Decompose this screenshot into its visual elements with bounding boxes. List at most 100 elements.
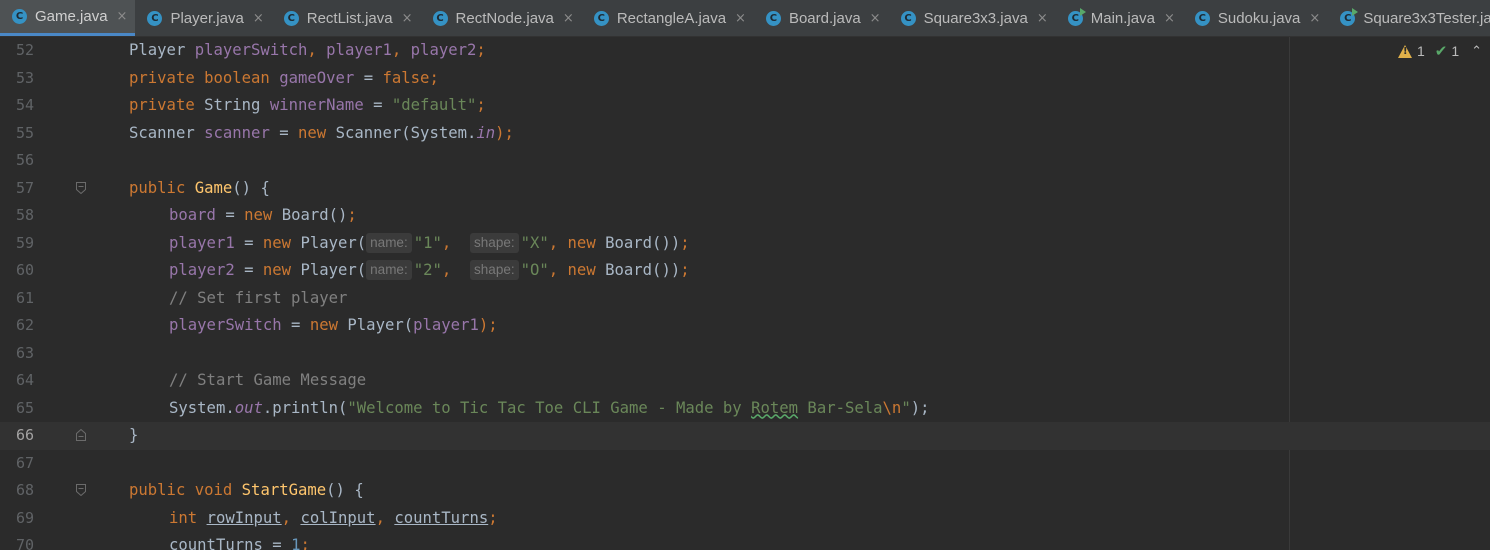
line-number: 52 <box>15 41 34 59</box>
class-icon: C <box>432 10 448 26</box>
code-line[interactable]: 57 public Game() { <box>0 175 1490 203</box>
line-number: 53 <box>15 68 34 87</box>
line-number: 64 <box>15 371 34 389</box>
code-text: countTurns = 1; <box>169 536 310 550</box>
line-number: 62 <box>15 316 34 334</box>
code-text: player2 = new Player(name: "2", shape: "O"… <box>169 260 690 280</box>
code-line[interactable]: 62 playerSwitch = new Player(player1); <box>0 312 1490 340</box>
code-text: playerSwitch = new Player(player1); <box>169 316 498 334</box>
code-line[interactable]: 64 // Start Game Message <box>0 367 1490 395</box>
runnable-class-icon: C <box>1340 7 1359 26</box>
code-editor[interactable]: 1 ✔ 1 ⌃ 52 Player playerSwitch, player1,… <box>0 37 1490 550</box>
line-number: 68 <box>15 481 34 499</box>
line-number: 61 <box>15 288 34 307</box>
tab-main-java[interactable]: C Main.java × <box>1056 0 1183 36</box>
fold-start-icon[interactable] <box>76 484 86 496</box>
tab-board-java[interactable]: C Board.java × <box>754 0 889 36</box>
tab-label: Main.java <box>1090 9 1155 27</box>
code-line[interactable]: 68 public void StartGame() { <box>0 477 1490 505</box>
tab-rectnode-java[interactable]: C RectNode.java × <box>421 0 582 36</box>
tab-label: Game.java <box>35 8 108 25</box>
close-icon[interactable]: × <box>870 11 881 26</box>
tab-label: Square3x3.java <box>923 9 1028 27</box>
code-text: public Game() { <box>129 178 270 197</box>
code-text: private String winnerName = "default"; <box>129 96 486 114</box>
code-comment: // Start Game Message <box>169 371 367 389</box>
code-line[interactable]: 70 countTurns = 1; <box>0 532 1490 550</box>
line-number: 69 <box>15 508 34 527</box>
code-line[interactable]: 59 player1 = new Player(name: "1", shape:… <box>0 230 1490 258</box>
tab-label: RectangleA.java <box>616 9 727 27</box>
runnable-class-icon: C <box>1067 7 1086 26</box>
code-line[interactable]: 58 board = new Board(); <box>0 202 1490 230</box>
line-number: 65 <box>15 398 34 417</box>
parameter-hint: name: <box>366 260 412 280</box>
close-icon[interactable]: × <box>563 11 574 26</box>
close-icon[interactable]: × <box>1164 11 1175 26</box>
close-icon[interactable]: × <box>1037 11 1048 26</box>
tab-rectanglea-java[interactable]: C RectangleA.java × <box>582 0 754 36</box>
class-icon: C <box>12 9 27 24</box>
line-number: 70 <box>15 536 34 550</box>
line-number: 54 <box>15 96 34 114</box>
fold-end-icon[interactable] <box>76 429 86 441</box>
code-line[interactable]: 56 <box>0 147 1490 175</box>
line-number: 57 <box>15 178 34 197</box>
parameter-hint: shape: <box>470 260 519 280</box>
tab-label: Player.java <box>170 9 244 27</box>
tab-square3x3tester-java[interactable]: C Square3x3Tester.java × <box>1328 0 1490 36</box>
code-line[interactable]: 61 // Set first player <box>0 285 1490 313</box>
code-comment: // Set first player <box>169 288 348 307</box>
tab-sudoku-java[interactable]: C Sudoku.java × <box>1183 0 1328 36</box>
code-line[interactable]: 54 private String winnerName = "default"… <box>0 92 1490 120</box>
close-icon[interactable]: × <box>253 11 264 26</box>
close-icon[interactable]: × <box>1309 11 1320 26</box>
tab-label: Sudoku.java <box>1217 9 1301 27</box>
class-icon: C <box>900 10 916 26</box>
editor-tab-bar: C Game.java × C Player.java × C RectList… <box>0 0 1490 37</box>
code-text: board = new Board(); <box>169 206 357 224</box>
code-text: Player playerSwitch, player1, player2; <box>129 41 486 59</box>
tab-label: Square3x3Tester.java <box>1363 9 1490 27</box>
fold-start-icon[interactable] <box>76 181 86 194</box>
code-text: Scanner scanner = new Scanner(System.in)… <box>129 123 514 142</box>
code-text: } <box>129 426 139 444</box>
line-number: 66 <box>15 426 34 444</box>
code-line-current[interactable]: 66 } <box>0 422 1490 450</box>
close-icon[interactable]: × <box>402 11 413 26</box>
code-line[interactable]: 69 int rowInput, colInput, countTurns; <box>0 505 1490 533</box>
code-line[interactable]: 60 player2 = new Player(name: "2", shape:… <box>0 257 1490 285</box>
tab-label: RectList.java <box>306 9 393 27</box>
class-icon: C <box>1194 10 1210 26</box>
code-text: private boolean gameOver = false; <box>129 68 439 87</box>
tab-player-java[interactable]: C Player.java × <box>135 0 271 36</box>
class-icon: C <box>765 10 781 26</box>
class-icon: C <box>593 10 609 26</box>
code-line[interactable]: 63 <box>0 340 1490 368</box>
close-icon[interactable]: × <box>117 9 128 24</box>
code-text: public void StartGame() { <box>129 481 364 499</box>
code-line[interactable]: 55 Scanner scanner = new Scanner(System.… <box>0 120 1490 148</box>
typo-highlight: Rotem <box>751 398 799 417</box>
parameter-hint: shape: <box>470 232 519 253</box>
line-number: 56 <box>15 151 34 169</box>
line-number: 58 <box>15 206 34 224</box>
tab-square3x3-java[interactable]: C Square3x3.java × <box>889 0 1056 36</box>
tab-label: Board.java <box>788 9 861 27</box>
tab-game-java[interactable]: C Game.java × <box>0 0 136 36</box>
code-line[interactable]: 67 <box>0 450 1490 478</box>
class-icon: C <box>283 10 299 26</box>
code-text: player1 = new Player(name: "1", shape: "X"… <box>169 232 690 253</box>
tab-label: RectNode.java <box>455 9 554 27</box>
line-number: 55 <box>15 123 34 142</box>
class-icon: C <box>147 10 163 26</box>
parameter-hint: name: <box>366 232 412 253</box>
line-number: 59 <box>15 233 34 252</box>
code-line[interactable]: 65 System.out.println("Welcome to Tic Ta… <box>0 395 1490 423</box>
code-line[interactable]: 53 private boolean gameOver = false; <box>0 65 1490 93</box>
code-text: int rowInput, colInput, countTurns; <box>169 508 498 527</box>
close-icon[interactable]: × <box>735 11 746 26</box>
code-line[interactable]: 52 Player playerSwitch, player1, player2… <box>0 37 1490 65</box>
tab-rectlist-java[interactable]: C RectList.java × <box>272 0 421 36</box>
line-number: 60 <box>15 261 34 279</box>
